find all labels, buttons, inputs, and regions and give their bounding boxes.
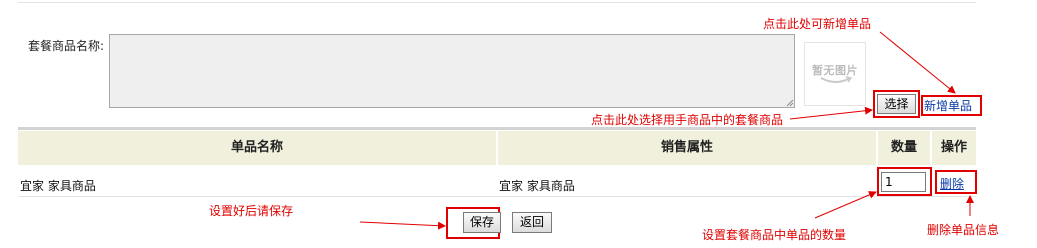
add-item-link[interactable]: 新增单品 (924, 97, 972, 114)
table-top-rule (18, 127, 976, 130)
annotation-delete: 删除单品信息 (927, 223, 1000, 237)
cell-item-attribute: 宜家 家具商品 (499, 179, 575, 193)
package-name-label: 套餐商品名称: (28, 39, 105, 53)
quantity-input[interactable] (881, 172, 926, 192)
no-image-placeholder: 暂无图片 (804, 42, 866, 106)
annotation-select-item: 点击此处选择用手商品中的套餐商品 (591, 113, 784, 127)
cell-item-name: 宜家 家具商品 (20, 179, 96, 193)
save-button[interactable]: 保存 (463, 212, 501, 233)
annotation-save: 设置好后请保存 (209, 204, 294, 218)
column-header-action: 操作 (932, 131, 976, 165)
arrow-to-save (359, 221, 446, 230)
annotation-quantity: 设置套餐商品中单品的数量 (702, 228, 847, 242)
select-button[interactable]: 选择 (877, 94, 916, 114)
resize-grip-icon[interactable] (786, 99, 794, 107)
table-row-divider (18, 196, 976, 197)
smile-arrow-icon (820, 76, 853, 83)
delete-item-link[interactable]: 删除 (940, 175, 964, 192)
package-name-textarea[interactable] (109, 34, 795, 108)
top-divider (18, 2, 976, 3)
column-header-attribute: 销售属性 (498, 131, 876, 165)
arrow-to-add-item (879, 31, 956, 94)
column-header-name: 单品名称 (18, 131, 496, 165)
back-button[interactable]: 返回 (512, 212, 552, 233)
arrow-to-select (789, 106, 873, 120)
column-header-quantity: 数量 (878, 131, 930, 165)
annotation-add-item: 点击此处可新增单品 (763, 17, 872, 31)
